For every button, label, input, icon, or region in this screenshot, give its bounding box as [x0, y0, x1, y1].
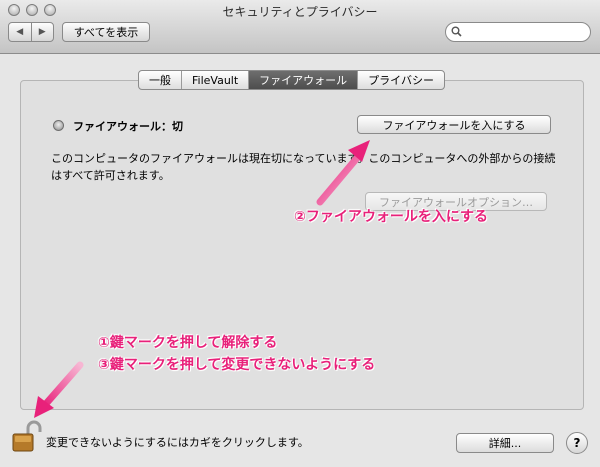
firewall-description: このコンピュータのファイアウォールは現在切になっています。このコンピュータへの外… [51, 152, 556, 182]
annotation-step2: ②ファイアウォールを入にする [294, 209, 488, 225]
turn-on-firewall-button[interactable]: ファイアウォールを入にする [357, 115, 551, 134]
advanced-button[interactable]: 詳細... [456, 433, 554, 453]
help-button[interactable]: ? [566, 432, 588, 454]
annotation-step1: ①鍵マークを押して解除する [98, 335, 278, 351]
back-icon[interactable]: ◀ [9, 23, 31, 41]
annotation-step3: ③鍵マークを押して変更できないようにする [98, 357, 376, 373]
tab-filevault[interactable]: FileVault [182, 71, 250, 89]
status-indicator-icon [53, 120, 64, 131]
search-input[interactable] [445, 22, 591, 42]
back-forward-control: ◀ ▶ [8, 22, 54, 42]
tab-firewall[interactable]: ファイアウォール [249, 71, 359, 89]
firewall-status-label: ファイアウォール：切 [73, 120, 183, 133]
tab-general[interactable]: 一般 [139, 71, 182, 89]
show-all-button[interactable]: すべてを表示 [62, 22, 150, 42]
lock-icon[interactable] [9, 420, 43, 454]
preferences-window: セキュリティとプライバシー ◀ ▶ すべてを表示 一般 FileVault ファ… [0, 0, 600, 467]
search-icon [451, 26, 462, 40]
title-bar: セキュリティとプライバシー ◀ ▶ すべてを表示 [0, 0, 600, 54]
lock-instruction-text: 変更できないようにするにはカギをクリックします。 [46, 436, 309, 449]
tab-bar: 一般 FileVault ファイアウォール プライバシー [138, 70, 445, 90]
forward-icon[interactable]: ▶ [30, 23, 54, 41]
window-title: セキュリティとプライバシー [222, 5, 378, 19]
tab-privacy[interactable]: プライバシー [358, 71, 444, 89]
